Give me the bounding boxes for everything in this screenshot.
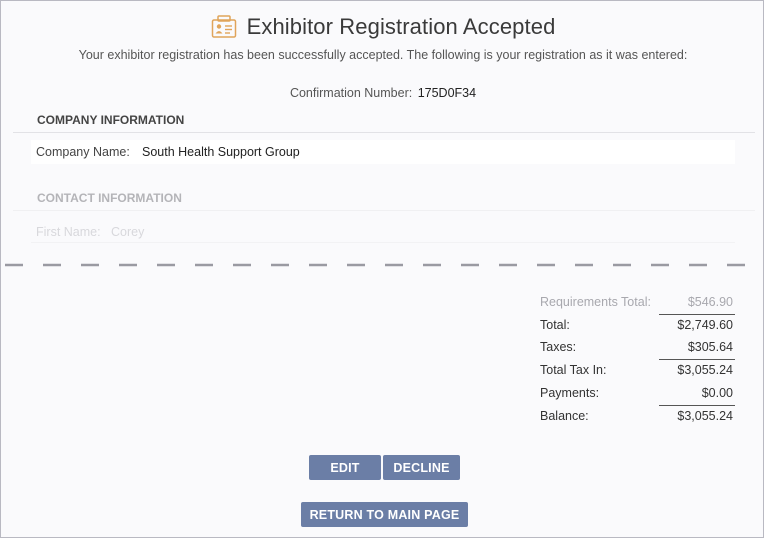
company-name-label: Company Name: — [36, 145, 130, 159]
payments-row: Payments: $0.00 — [540, 380, 735, 403]
first-name-label: First Name: — [36, 224, 101, 239]
contact-information-heading: CONTACT INFORMATION — [13, 189, 755, 211]
company-name-value: South Health Support Group — [142, 145, 300, 159]
totals-label: Total Tax In: — [540, 363, 607, 378]
confirmation-label: Confirmation Number: — [289, 86, 413, 100]
balance-row: Balance: $3,055.24 — [540, 403, 735, 426]
company-name-row: Company Name: South Health Support Group — [31, 140, 735, 164]
totals-value: $305.64 — [687, 340, 733, 355]
totals-label: Payments: — [540, 385, 600, 400]
totals-value: $2,749.60 — [677, 317, 733, 332]
page-frame: Exhibitor Registration Accepted Your exh… — [0, 0, 764, 538]
totals-label: Balance: — [540, 408, 589, 423]
first-name-value: Corey — [111, 224, 145, 239]
total-row: Total: $2,749.60 — [540, 312, 735, 335]
decline-button[interactable]: DECLINE — [383, 455, 460, 480]
page-header: Exhibitor Registration Accepted — [1, 9, 764, 45]
first-name-row: First Name: Corey — [31, 221, 735, 243]
page-title: Exhibitor Registration Accepted — [246, 14, 556, 39]
taxes-row: Taxes: $305.64 — [540, 335, 735, 358]
totals-label: Requirements Total: — [540, 294, 651, 309]
requirements-total-row: Requirements Total: $546.90 — [540, 289, 735, 312]
id-badge-icon — [211, 15, 237, 39]
totals-label: Taxes: — [540, 340, 577, 355]
total-tax-in-row: Total Tax In: $3,055.24 — [540, 357, 735, 380]
content-break-divider — [5, 263, 761, 267]
totals-label: Total: — [540, 317, 570, 332]
page-subtitle: Your exhibitor registration has been suc… — [78, 48, 688, 62]
confirmation-line: Confirmation Number: 175D0F34 — [1, 86, 764, 100]
totals-summary: Requirements Total: $546.90 Total: $2,74… — [540, 289, 735, 426]
return-to-main-page-button[interactable]: RETURN TO MAIN PAGE — [301, 502, 468, 527]
totals-value: $3,055.24 — [677, 408, 733, 423]
company-information-heading: COMPANY INFORMATION — [13, 111, 755, 133]
totals-value: $3,055.24 — [677, 363, 733, 378]
totals-value: $546.90 — [687, 294, 733, 309]
totals-value: $0.00 — [701, 385, 733, 400]
confirmation-number: 175D0F34 — [417, 86, 477, 100]
edit-button[interactable]: EDIT — [309, 455, 381, 480]
